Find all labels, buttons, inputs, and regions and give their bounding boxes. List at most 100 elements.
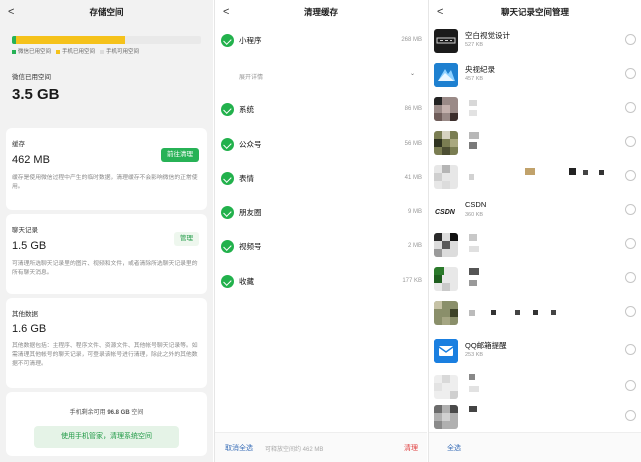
chat-row[interactable] (429, 94, 641, 128)
used-space-size: 3.5 GB (12, 86, 60, 103)
checkbox-checked-icon[interactable] (221, 34, 234, 47)
legend-free-swatch (100, 49, 105, 54)
chat-row[interactable] (429, 162, 641, 196)
legend-wechat: 微信已用空间 (12, 47, 51, 55)
manage-button[interactable]: 管理 (174, 232, 199, 246)
cache-item-size: 41 MB (404, 175, 422, 181)
cctv-logo-icon (434, 63, 458, 87)
deselect-all-button[interactable]: 取消全选 (225, 443, 253, 453)
chat-name: 空白视觉设计 (465, 31, 510, 40)
cache-card: 缓存 462 MB 前往清理 缓存是使用微信过程中产生的临时数据，清理缓存不会影… (6, 128, 207, 210)
radio-unchecked-icon[interactable] (625, 136, 636, 147)
radio-unchecked-icon[interactable] (625, 170, 636, 181)
zinc-logo-icon (434, 29, 458, 53)
cache-item-favorites[interactable]: 收藏 177 KB (215, 275, 427, 289)
blurred-name (469, 174, 474, 180)
page-title: 存储空间 (89, 7, 124, 17)
blurred-name (469, 132, 479, 139)
radio-unchecked-icon[interactable] (625, 306, 636, 317)
csdn-logo-icon: CSDN (434, 199, 458, 223)
chat-size: 527 KB (465, 42, 484, 48)
chat-row[interactable] (429, 264, 641, 298)
chat-storage-panel: < 聊天记录空间管理 空白视觉设计 527 KB 央视纪录 457 KB CSD… (428, 0, 641, 462)
blurred-name (469, 310, 475, 316)
blurred-name (469, 374, 475, 380)
cache-item-stickers[interactable]: 表情 41 MB (215, 172, 427, 186)
go-clean-button[interactable]: 前往清理 (161, 148, 199, 162)
legend-wechat-swatch (12, 49, 16, 54)
radio-unchecked-icon[interactable] (625, 204, 636, 215)
clean-button[interactable]: 清理 (404, 443, 418, 453)
radio-unchecked-icon[interactable] (625, 380, 636, 391)
page-title: 清理缓存 (303, 7, 338, 17)
blurred-size (469, 142, 477, 149)
clean-cache-footer: 取消全选 可释放空间约 462 MB 清理 (215, 432, 427, 462)
cache-item-system[interactable]: 系统 86 MB (215, 103, 427, 117)
radio-unchecked-icon[interactable] (625, 272, 636, 283)
blurred-block (533, 310, 538, 315)
cache-item-official-accounts[interactable]: 公众号 56 MB (215, 138, 427, 152)
chat-row[interactable]: QQ邮箱提醒 253 KB (429, 336, 641, 370)
chat-storage-footer: 全选 (429, 432, 641, 462)
radio-unchecked-icon[interactable] (625, 34, 636, 45)
clean-cache-header: < 清理缓存 (215, 0, 427, 24)
back-icon[interactable]: < (437, 0, 443, 24)
cache-item-size: 56 MB (404, 141, 422, 147)
checkbox-checked-icon[interactable] (221, 275, 234, 288)
radio-unchecked-icon[interactable] (625, 344, 636, 355)
phone-usage-segment (15, 36, 126, 44)
checkbox-checked-icon[interactable] (221, 172, 234, 185)
blurred-block (515, 310, 520, 315)
cache-item-label: 公众号 (239, 140, 262, 149)
cache-item-moments[interactable]: 朋友圈 9 MB (215, 206, 427, 220)
blurred-name (469, 406, 477, 412)
cache-item-miniprogram[interactable]: 小程序 268 MB (215, 34, 427, 48)
chat-row[interactable]: 空白视觉设计 527 KB (429, 26, 641, 60)
other-data-size: 1.6 GB (12, 323, 47, 335)
chat-size: 253 KB (465, 352, 484, 358)
chat-row[interactable] (429, 230, 641, 264)
blurred-name (469, 100, 477, 106)
radio-unchecked-icon[interactable] (625, 410, 636, 421)
checkbox-checked-icon[interactable] (221, 138, 234, 151)
radio-unchecked-icon[interactable] (625, 68, 636, 79)
cache-item-channels[interactable]: 视频号 2 MB (215, 240, 427, 254)
cache-item-label: 小程序 (239, 36, 262, 45)
blurred-avatar-icon (434, 375, 458, 399)
blurred-size (469, 246, 479, 252)
storage-panel: < 存储空间 微信已用空间 手机已用空间 手机可用空间 微信已用空间 3.5 G… (0, 0, 213, 462)
chat-row[interactable] (429, 372, 641, 406)
blurred-avatar-icon (434, 267, 458, 291)
chat-row[interactable]: CSDN CSDN 360 KB (429, 196, 641, 230)
phone-manager-button[interactable]: 使用手机管家，清理系统空间 (34, 426, 179, 448)
expand-details-link[interactable]: 展开详情 (239, 72, 263, 81)
blurred-block (599, 170, 604, 175)
checkbox-checked-icon[interactable] (221, 206, 234, 219)
cache-size: 462 MB (12, 154, 50, 166)
chat-size: 457 KB (465, 76, 484, 82)
blurred-size (469, 386, 479, 392)
chat-history-title: 聊天记录 (12, 227, 38, 234)
chat-row[interactable] (429, 128, 641, 162)
back-icon[interactable]: < (223, 0, 229, 24)
cache-title: 缓存 (12, 141, 25, 148)
checkbox-checked-icon[interactable] (221, 103, 234, 116)
back-icon[interactable]: < (8, 0, 14, 24)
cache-item-label: 朋友圈 (239, 208, 262, 217)
releasable-space-text: 可释放空间约 462 MB (265, 447, 324, 453)
cache-item-size: 177 KB (402, 278, 422, 284)
blurred-size (469, 110, 477, 116)
chat-row[interactable]: 央视纪录 457 KB (429, 60, 641, 94)
checkbox-checked-icon[interactable] (221, 240, 234, 253)
chevron-down-icon[interactable]: ⌄ (410, 70, 415, 77)
blurred-avatar-icon (434, 165, 458, 189)
cache-item-label: 系统 (239, 105, 254, 114)
chat-row[interactable] (429, 402, 641, 436)
legend-phone: 手机已用空间 (56, 47, 95, 55)
radio-unchecked-icon[interactable] (625, 238, 636, 249)
radio-unchecked-icon[interactable] (625, 102, 636, 113)
blurred-block (569, 168, 576, 175)
cache-item-size: 2 MB (407, 243, 422, 249)
select-all-button[interactable]: 全选 (447, 443, 461, 453)
chat-row[interactable] (429, 298, 641, 332)
